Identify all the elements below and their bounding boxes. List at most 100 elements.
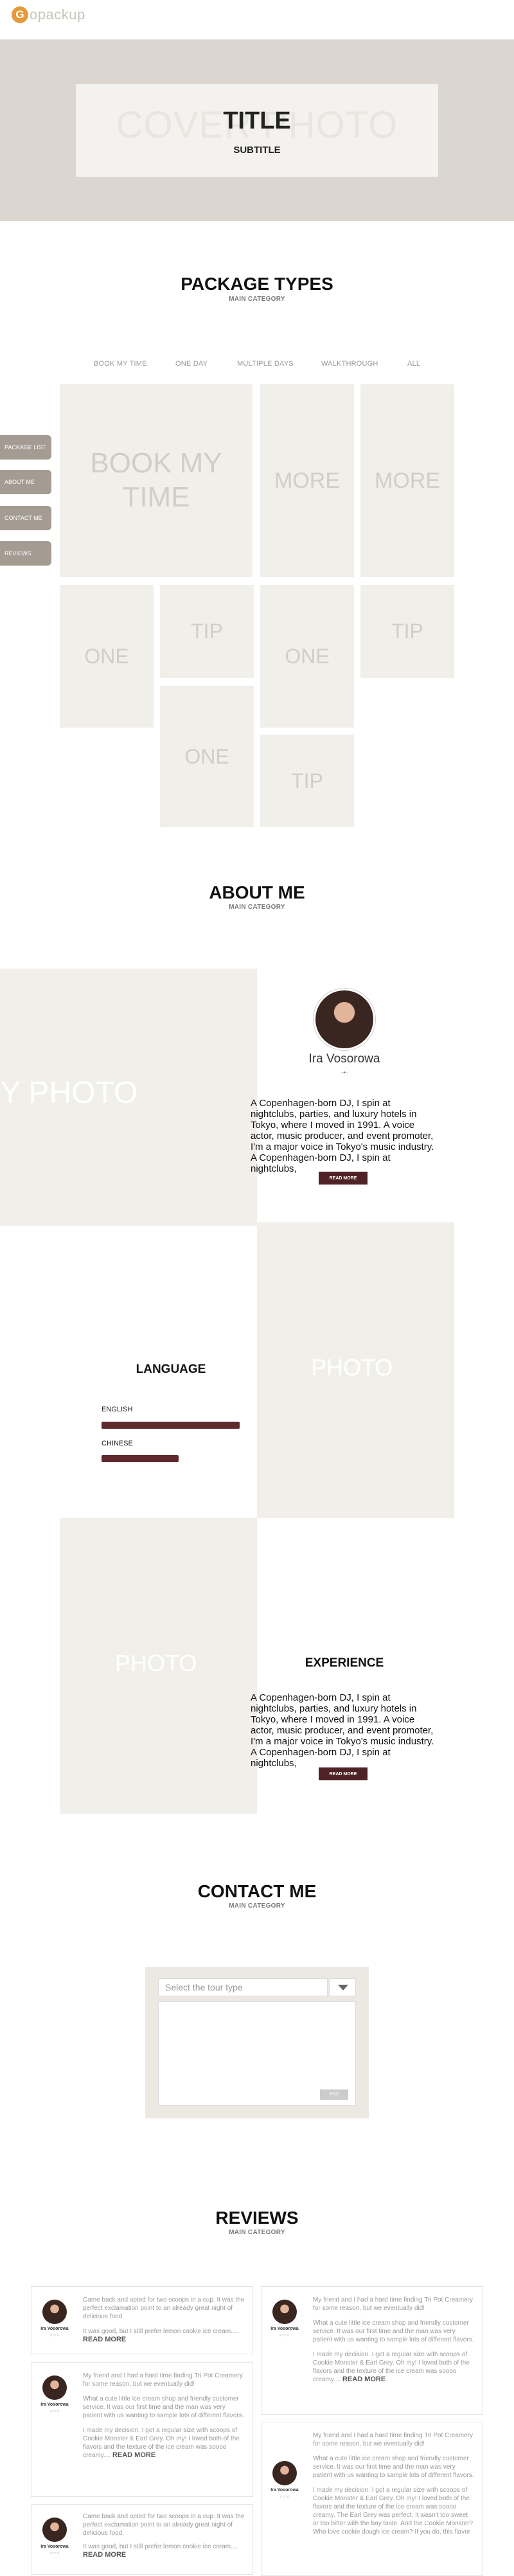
packages-category: MAIN CATEGORY [229,296,285,303]
review-paragraph: I made my decision. I got a regular size… [83,2427,240,2459]
language-title: LANGUAGE [136,1363,206,1376]
reviewer-avatar [42,2300,67,2324]
tab-multiple-days[interactable]: MULTIPLE DAYS [237,360,294,368]
name-divider: -•- [341,1069,348,1077]
package-tile-one[interactable]: ONE [260,585,354,728]
sidenav-package-list[interactable]: PACKAGE LIST [0,435,51,460]
top-bar: G opackup [0,0,514,40]
logo-mark-icon: G [12,6,28,23]
language-photo-watermark: PHOTO [311,1354,393,1381]
hero-cover: COVER PHOTO TITLE SUBTITLE [0,40,514,221]
reviewer-avatar [42,2375,67,2400]
contact-title: CONTACT ME [197,1881,317,1901]
rating-stars: ☆☆☆ [49,2410,60,2413]
tour-type-select[interactable]: Select the tour type [158,1978,328,1996]
review-read-more-link[interactable]: READ MORE [342,2375,386,2383]
review-read-more-link[interactable]: READ MORE [112,2451,155,2459]
about-category: MAIN CATEGORY [229,904,285,911]
packages-title: PACKAGE TYPES [181,274,333,294]
review-text: My friend and I had a hard time finding … [83,2372,245,2460]
review-card: Ira Vosorowa ☆☆☆ My friend and I had a h… [261,2286,483,2415]
language-english-label: ENGLISH [102,1406,133,1413]
rating-stars: ☆☆☆ [279,2495,290,2499]
profile-avatar [314,988,375,1050]
reviewer-name: Ira Vosorowa [40,2545,69,2549]
review-paragraph: Came back and opted for two scoops in a … [83,2296,245,2320]
experience-photo-watermark: PHOTO [115,1650,197,1676]
experience-read-more-button[interactable]: READ MORE [319,1767,368,1780]
package-tile-book-my-time[interactable]: BOOK MY TIME [60,384,253,577]
review-read-more-link[interactable]: READ MORE [83,2551,126,2559]
select-dropdown-button[interactable] [329,1978,356,1996]
package-tile-tip[interactable]: TIP [360,585,454,678]
review-text: Came back and opted for two scoops in a … [83,2512,245,2559]
review-paragraph: It was good, but I still prefer lemon co… [83,2328,238,2343]
about-read-more-button[interactable]: READ MORE [319,1172,368,1185]
reviews-title: REVIEWS [215,2208,299,2228]
sidenav-contact-me[interactable]: CONTACT ME [0,506,51,530]
tab-all[interactable]: ALL [407,360,420,368]
review-text: My friend and I had a hard time finding … [313,2296,475,2384]
review-card: Ira Vosorowa ☆☆☆ Came back and opted for… [31,2504,253,2575]
my-photo-watermark: MY PHOTO [0,1076,138,1110]
language-chinese-bar [102,1455,179,1462]
about-bio: A Copenhagen-born DJ, I spin at nightclu… [251,1098,434,1174]
reviewer-name: Ira Vosorowa [270,2488,299,2492]
logo-text: opackup [30,6,85,22]
sidenav-about-me[interactable]: ABOUT ME [0,470,51,494]
page-subtitle: SUBTITLE [233,145,281,156]
review-paragraph: My friend and I had a hard time finding … [313,2296,474,2312]
review-paragraph: What a cute little ice cream shop and fr… [313,2455,474,2479]
review-paragraph: I made my decision. I got a regular size… [313,2351,470,2383]
reviewer-name: Ira Vosorowa [270,2327,299,2331]
contact-form: Select the tour type SEND [145,1967,369,2118]
rating-stars: ☆☆☆ [279,2334,290,2338]
experience-photo-placeholder: PHOTO [60,1518,257,1814]
sidenav-reviews[interactable]: REVIEWS [0,541,51,566]
review-text: My friend and I had a hard time finding … [313,2431,475,2536]
package-tile-more[interactable]: MORE [360,384,454,577]
rating-stars: ☆☆☆ [49,2334,60,2338]
language-photo-placeholder: PHOTO [257,1222,454,1518]
review-paragraph: What a cute little ice cream shop and fr… [313,2320,474,2343]
reviewer-name: Ira Vosorowa [40,2402,69,2407]
page-title: TITLE [223,107,291,134]
review-card: Ira Vosorowa ☆☆☆ Came back and opted for… [31,2286,253,2354]
tab-walkthrough[interactable]: WALKTHROUGH [321,360,378,368]
review-card: Ira Vosorowa ☆☆☆ My friend and I had a h… [261,2422,483,2576]
about-title: ABOUT ME [209,882,305,902]
my-photo-placeholder: MY PHOTO [0,969,257,1226]
logo[interactable]: G opackup [12,5,85,24]
tab-one-day[interactable]: ONE DAY [175,360,208,368]
review-paragraph: I made my decision. I got a regular size… [313,2487,474,2536]
review-text: Came back and opted for two scoops in a … [83,2296,245,2344]
profile-name: Ira Vosorowa [308,1052,380,1066]
rating-stars: ☆☆☆ [49,2552,60,2555]
review-paragraph: It was good, but I still prefer lemon co… [83,2543,238,2559]
package-tile-tip[interactable]: TIP [160,585,254,678]
review-paragraph: My friend and I had a hard time finding … [313,2432,474,2447]
review-paragraph: What a cute little ice cream shop and fr… [83,2395,244,2419]
review-paragraph: My friend and I had a hard time finding … [83,2372,244,2388]
language-chinese-label: CHINESE [102,1440,133,1447]
hero-title-box: COVER PHOTO TITLE SUBTITLE [76,84,438,177]
review-paragraph: Came back and opted for two scoops in a … [83,2513,245,2537]
tab-book-my-time[interactable]: BOOK MY TIME [94,360,147,368]
experience-title: EXPERIENCE [305,1656,384,1670]
contact-category: MAIN CATEGORY [229,1902,285,1910]
language-english-bar [102,1422,240,1429]
reviewer-avatar [272,2300,297,2324]
chevron-down-icon [338,1985,348,1990]
reviewer-avatar [42,2518,67,2542]
review-card: Ira Vosorowa ☆☆☆ My friend and I had a h… [31,2362,253,2497]
send-button[interactable]: SEND [320,2089,348,2100]
experience-text: A Copenhagen-born DJ, I spin at nightclu… [251,1692,434,1769]
package-tile-tip[interactable]: TIP [260,735,354,827]
package-tile-one[interactable]: ONE [160,686,254,827]
reviewer-avatar [272,2461,297,2485]
package-tile-more[interactable]: MORE [260,384,354,577]
reviews-category: MAIN CATEGORY [229,2229,285,2236]
package-tile-one[interactable]: ONE [60,585,154,728]
review-read-more-link[interactable]: READ MORE [83,2336,126,2343]
reviewer-name: Ira Vosorowa [40,2327,69,2331]
